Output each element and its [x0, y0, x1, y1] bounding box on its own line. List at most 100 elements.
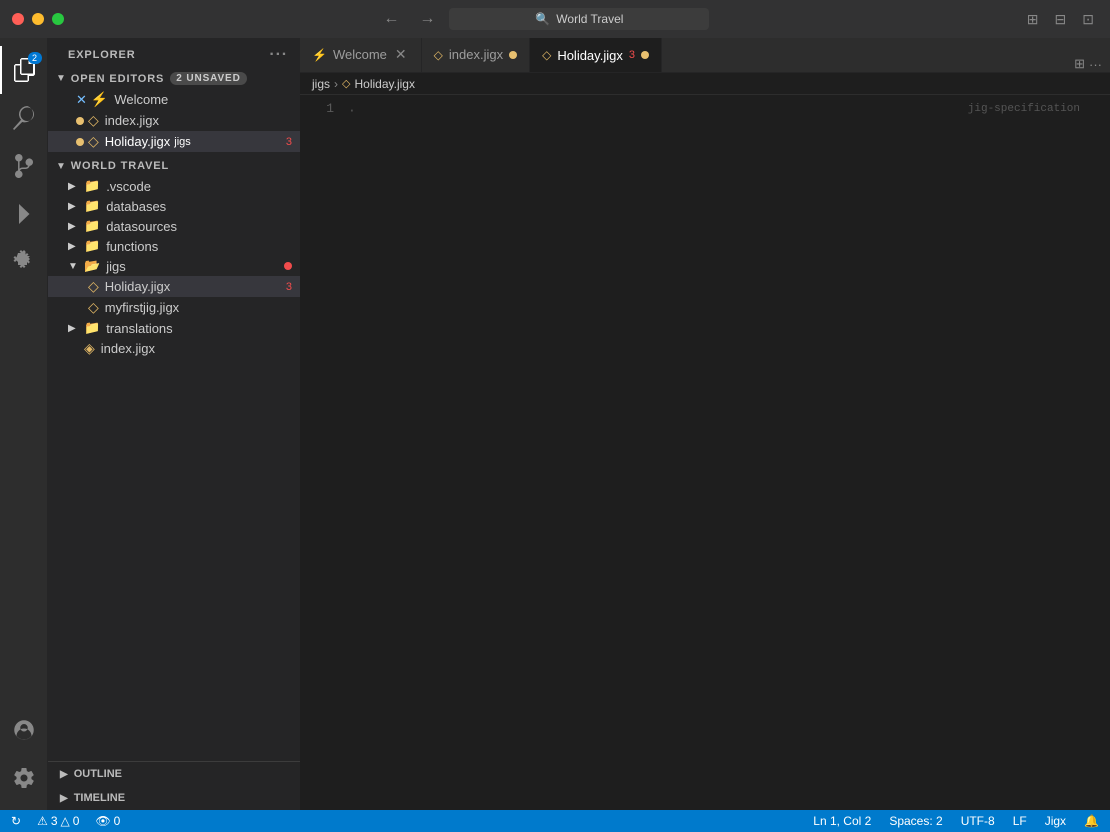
spaces-text: Spaces: 2 [889, 814, 942, 828]
editor-content[interactable]: 1 jig-specification · [300, 95, 1110, 810]
index-tab-icon: ◇ [434, 48, 443, 62]
minimap [1100, 95, 1110, 810]
unsaved-badge: 2 unsaved [170, 72, 246, 85]
welcome-close-btn[interactable]: ✕ [393, 46, 409, 63]
status-encoding[interactable]: UTF-8 [958, 814, 998, 828]
vscode-folder-icon: 📁 [84, 178, 100, 194]
world-travel-section[interactable]: ▼ WORLD TRAVEL [48, 156, 300, 176]
open-editors-section[interactable]: ▼ OPEN EDITORS 2 unsaved [48, 68, 300, 89]
status-line-ending[interactable]: LF [1010, 814, 1030, 828]
tree-functions[interactable]: ▶ 📁 functions [48, 236, 300, 256]
holiday-tree-label: Holiday.jigx [105, 279, 171, 294]
open-editor-index[interactable]: ◇ index.jigx [48, 110, 300, 131]
outline-label: OUTLINE [74, 768, 122, 780]
timeline-label: TIMELINE [74, 792, 125, 804]
holiday-file-icon: ◇ [88, 133, 99, 150]
more-tab-options-icon[interactable]: ··· [1089, 57, 1102, 72]
timeline-section[interactable]: ▶ TIMELINE [48, 786, 300, 810]
warning-icon: △ [61, 814, 70, 828]
status-errors[interactable]: ⚠ 3 △ 0 [34, 814, 82, 828]
datasources-label: datasources [106, 219, 177, 234]
status-bar: ↻ ⚠ 3 △ 0 👁 0 Ln 1, Col 2 Spaces: 2 UTF-… [0, 810, 1110, 832]
jigs-folder-icon: 📂 [84, 258, 100, 274]
breadcrumb-file-icon: ◇ [342, 77, 350, 90]
activity-extensions[interactable] [0, 238, 48, 286]
nav-back-button[interactable]: ← [377, 8, 405, 30]
activity-search[interactable] [0, 94, 48, 142]
breadcrumb-jigs[interactable]: jigs [312, 77, 330, 91]
status-left: ↻ ⚠ 3 △ 0 👁 0 [8, 814, 123, 828]
translations-folder-icon: 📁 [84, 320, 100, 336]
error-count: 3 [51, 814, 58, 828]
activity-account[interactable] [0, 706, 48, 754]
breadcrumb-separator: › [334, 77, 338, 91]
open-editor-welcome[interactable]: ✕ ⚡ Welcome [48, 89, 300, 110]
open-editor-holiday[interactable]: ◇ Holiday.jigx jigs 3 [48, 131, 300, 152]
customize-layout-icon[interactable]: ⊡ [1078, 9, 1098, 30]
activity-bar: 2 [0, 38, 48, 810]
tree-jigs[interactable]: ▼ 📂 jigs [48, 256, 300, 276]
translations-label: translations [106, 321, 172, 336]
line-number-1: 1 [300, 101, 334, 116]
jigs-error-dot [284, 262, 292, 270]
search-text: World Travel [556, 12, 623, 26]
activity-run[interactable] [0, 190, 48, 238]
datasources-folder-icon: 📁 [84, 218, 100, 234]
title-bar-center: ← → 🔍 World Travel [377, 8, 709, 30]
bell-icon: 🔔 [1084, 814, 1099, 828]
tree-holiday[interactable]: ◇ Holiday.jigx 3 [48, 276, 300, 297]
code-area[interactable]: jig-specification · [344, 95, 1100, 810]
databases-arrow: ▶ [68, 201, 80, 212]
holiday-modified-dot [76, 138, 84, 146]
split-editor-tab-icon[interactable]: ⊞ [1074, 56, 1085, 72]
outline-section[interactable]: ▶ OUTLINE [48, 762, 300, 786]
minimize-window-button[interactable] [32, 13, 44, 25]
status-spaces[interactable]: Spaces: 2 [886, 814, 945, 828]
index-filename: index.jigx [105, 113, 159, 128]
tab-welcome[interactable]: ⚡ Welcome ✕ [300, 38, 422, 72]
tab-holiday[interactable]: ◇ Holiday.jigx 3 [530, 38, 662, 72]
more-options-icon[interactable]: ··· [269, 46, 288, 64]
status-sync[interactable]: ↻ [8, 814, 24, 828]
split-editor-icon[interactable]: ⊞ [1023, 9, 1043, 30]
watches-icon: 👁 [95, 814, 110, 828]
tree-index[interactable]: ◈ index.jigx [48, 338, 300, 359]
status-bell[interactable]: 🔔 [1081, 814, 1102, 828]
encoding-text: UTF-8 [961, 814, 995, 828]
tree-databases[interactable]: ▶ 📁 databases [48, 196, 300, 216]
world-travel-arrow: ▼ [56, 161, 67, 172]
outline-arrow: ▶ [60, 769, 68, 780]
status-position[interactable]: Ln 1, Col 2 [810, 814, 874, 828]
sidebar-title: EXPLORER [68, 49, 136, 61]
activity-settings[interactable] [0, 754, 48, 802]
welcome-tab-label: Welcome [333, 47, 387, 62]
tab-actions: ⊞ ··· [1066, 56, 1110, 72]
sidebar: EXPLORER ··· ▼ OPEN EDITORS 2 unsaved ✕ … [48, 38, 300, 810]
toggle-panel-icon[interactable]: ⊟ [1051, 9, 1071, 30]
holiday-tree-icon: ◇ [88, 278, 99, 295]
tree-translations[interactable]: ▶ 📁 translations [48, 318, 300, 338]
breadcrumb-current[interactable]: ◇ Holiday.jigx [342, 77, 415, 91]
editor-area: ⚡ Welcome ✕ ◇ index.jigx ◇ Holiday.jigx … [300, 38, 1110, 810]
welcome-filename: Welcome [114, 92, 168, 107]
close-window-button[interactable] [12, 13, 24, 25]
status-language[interactable]: Jigx [1042, 814, 1069, 828]
activity-explorer[interactable]: 2 [0, 46, 48, 94]
title-search-bar[interactable]: 🔍 World Travel [449, 8, 709, 30]
myfirstjig-icon: ◇ [88, 299, 99, 316]
holiday-tab-badge: 3 [629, 49, 635, 61]
tree-datasources[interactable]: ▶ 📁 datasources [48, 216, 300, 236]
nav-forward-button[interactable]: → [413, 8, 441, 30]
title-bar: ← → 🔍 World Travel ⊞ ⊟ ⊡ [0, 0, 1110, 38]
tree-vscode[interactable]: ▶ 📁 .vscode [48, 176, 300, 196]
vscode-arrow: ▶ [68, 181, 80, 192]
error-icon: ⚠ [37, 814, 48, 828]
status-watches[interactable]: 👁 0 [92, 814, 123, 828]
sidebar-header: EXPLORER ··· [48, 38, 300, 68]
tree-myfirstjig[interactable]: ◇ myfirstjig.jigx [48, 297, 300, 318]
sidebar-footer: ▶ OUTLINE ▶ TIMELINE [48, 761, 300, 810]
maximize-window-button[interactable] [52, 13, 64, 25]
open-editor-label: jigs [174, 136, 191, 148]
activity-source-control[interactable] [0, 142, 48, 190]
tab-index[interactable]: ◇ index.jigx [422, 38, 530, 72]
